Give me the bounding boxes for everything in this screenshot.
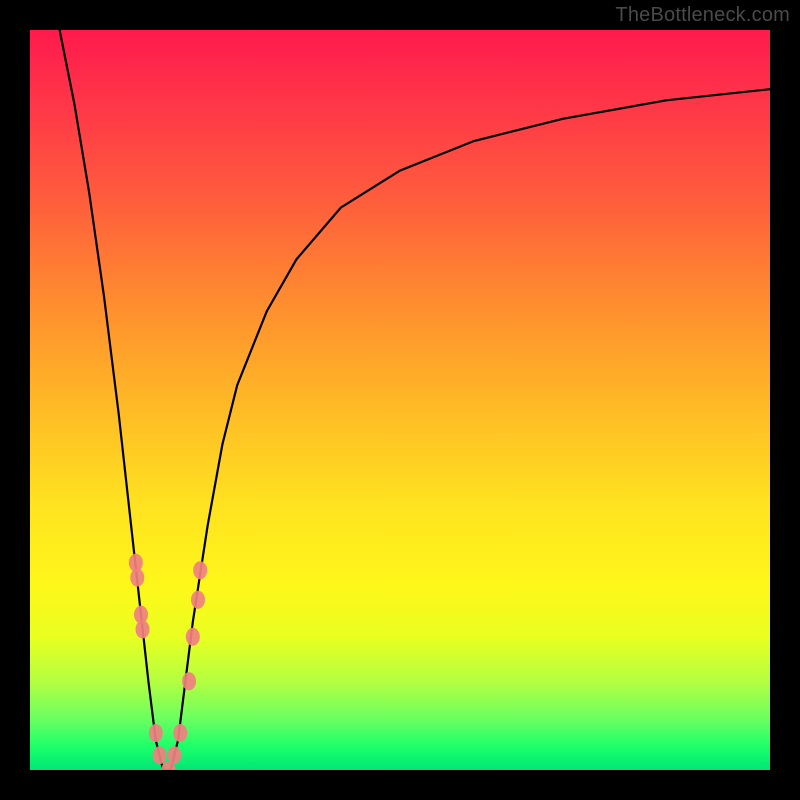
data-markers [129,554,207,770]
data-marker [167,746,181,764]
data-marker [149,724,163,742]
chart-plot-area [30,30,770,770]
attribution-watermark: TheBottleneck.com [615,4,790,27]
data-marker [186,628,200,646]
chart-svg [30,30,770,770]
chart-frame: TheBottleneck.com [0,0,800,800]
data-marker [191,591,205,609]
data-marker [193,561,207,579]
data-marker [136,620,150,638]
data-marker [153,746,167,764]
data-marker [173,724,187,742]
data-marker [182,672,196,690]
bottleneck-curve [60,30,770,770]
data-marker [129,554,143,572]
